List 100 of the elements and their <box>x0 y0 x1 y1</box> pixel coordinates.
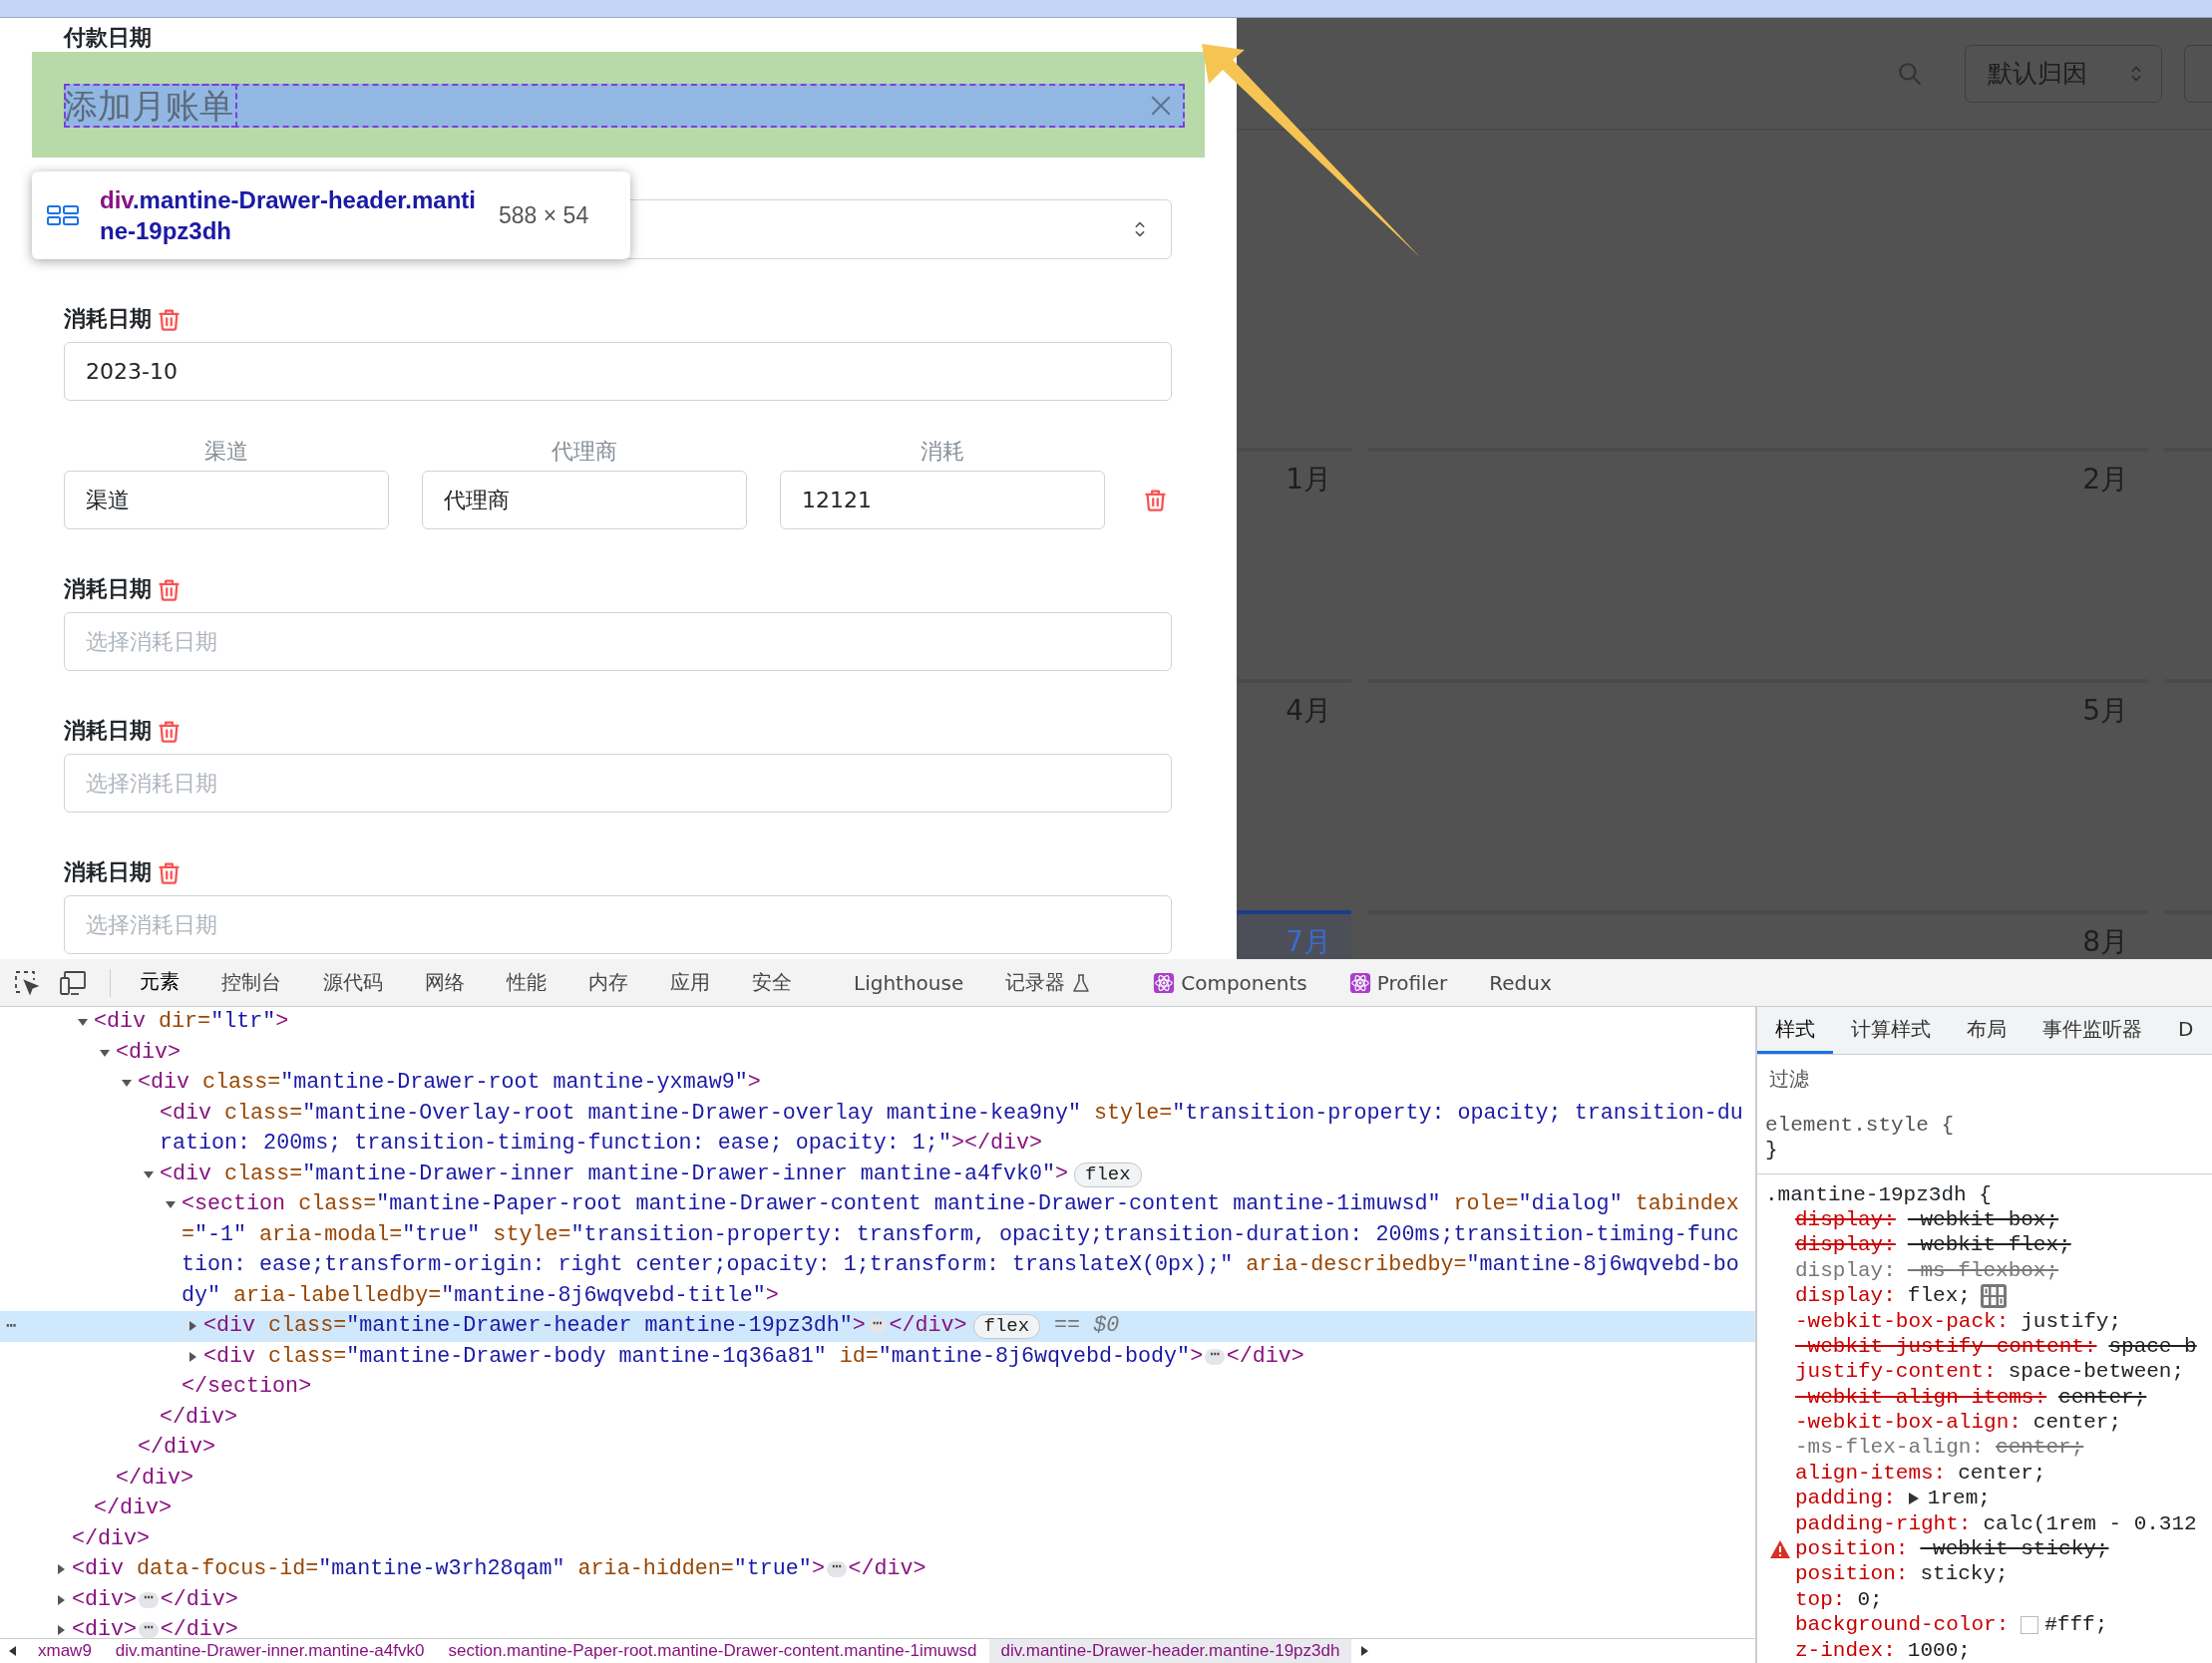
styles-tab[interactable]: 事件监听器 <box>2025 1007 2160 1054</box>
css-property[interactable]: justify-content: <box>1795 1359 1997 1385</box>
css-property[interactable]: position: <box>1795 1561 1909 1587</box>
date-field[interactable]: 选择消耗日期 <box>64 612 1172 671</box>
css-property[interactable]: -ms-flex-align: <box>1795 1435 1985 1461</box>
devtools-tab[interactable]: 元素 <box>119 959 200 1006</box>
field-label: 消耗日期 <box>64 859 152 885</box>
devtools-tab[interactable]: 内存 <box>567 959 649 1006</box>
html-code: <div class="mantine-Drawer-inner mantine-Drawer-inner mantine-a4fvk0"> <box>160 1160 1069 1188</box>
drawer-title: 添加月账单 <box>64 84 237 128</box>
devtools-tab[interactable]: 性能 <box>486 959 567 1006</box>
color-swatch[interactable] <box>2021 1615 2039 1634</box>
ellipsis-button[interactable]: ⋯ <box>1205 1348 1225 1365</box>
css-property[interactable]: padding-right: <box>1795 1510 1972 1537</box>
css-property[interactable]: -webkit-justify-content: <box>1795 1333 2097 1360</box>
devtools-tab[interactable]: 记录器 <box>984 959 1113 1006</box>
css-property[interactable]: -webkit-align-items: <box>1795 1384 2047 1411</box>
css-value[interactable]: -ms-flexbox; <box>1907 1257 2059 1284</box>
devtools-tab[interactable]: Redux <box>1468 959 1573 1006</box>
disclosure-triangle-icon[interactable] <box>55 1624 67 1637</box>
ellipsis-button[interactable]: ⋯ <box>867 1318 888 1334</box>
dom-node-row[interactable]: <div class="mantine-Drawer-root mantine-yxmaw9"> <box>0 1068 1755 1099</box>
date-field[interactable]: 选择消耗日期 <box>64 895 1172 954</box>
dom-node-row[interactable]: <div dir="ltr"> <box>0 1007 1755 1038</box>
css-property[interactable]: z-index: <box>1795 1637 1896 1663</box>
css-property[interactable]: position: <box>1795 1536 1909 1562</box>
flex-badge[interactable]: flex <box>1074 1162 1142 1187</box>
css-value[interactable]: -webkit-box; <box>1907 1206 2059 1233</box>
ellipsis-button[interactable]: ⋯ <box>826 1561 847 1577</box>
devtools-tab[interactable]: 网络 <box>404 959 486 1006</box>
disclosure-triangle-icon[interactable] <box>55 1593 67 1606</box>
disclosure-triangle-icon[interactable] <box>186 1320 198 1333</box>
styles-tab[interactable]: 样式 <box>1757 1007 1833 1054</box>
date-field[interactable]: 2023-10 <box>64 342 1172 401</box>
css-value[interactable]: center; <box>1958 1460 2046 1487</box>
disclosure-triangle-icon[interactable] <box>55 1563 67 1576</box>
warning-icon <box>1769 1538 1791 1559</box>
month-label: 7月 <box>1286 926 1331 958</box>
flex-badge[interactable]: flex <box>972 1314 1041 1339</box>
text-field[interactable]: 代理商 <box>422 471 747 529</box>
flex-editor-icon[interactable] <box>1980 1283 2007 1308</box>
devtools-tab[interactable]: 安全 <box>731 959 813 1006</box>
more-icon[interactable]: ⋯ <box>6 1311 17 1342</box>
css-property[interactable]: top: <box>1795 1586 1846 1613</box>
devtools-tab[interactable]: Lighthouse <box>833 959 985 1006</box>
styles-tab[interactable]: 计算样式 <box>1833 1007 1949 1054</box>
html-code: </div> <box>160 1616 238 1638</box>
dom-node-row[interactable]: <div> ⋯ </div> <box>0 1615 1755 1638</box>
dom-node-row[interactable]: <div class="mantine-Drawer-inner mantine-Drawer-inner mantine-a4fvk0"> flex <box>0 1159 1755 1189</box>
css-value[interactable]: sticky; <box>1920 1561 2009 1587</box>
styles-tab[interactable]: D <box>2160 1007 2212 1054</box>
date-field[interactable]: 选择消耗日期 <box>64 754 1172 813</box>
css-value[interactable]: center; <box>1996 1435 2084 1461</box>
dom-node-row[interactable]: <div data-focus-id="mantine-w3rh28qam" aria-hidden="true"> ⋯ </div> <box>0 1554 1755 1585</box>
html-code: <section class="mantine-Paper-root mantine-Drawer-content mantine-Drawer-content mantine-1imuwsd" role="dialog" tabindex="-1" aria-modal="true" style="transition-property: transform, opacity;transition-duration: 200ms;transition-timing-function: ease;transform-origin: right center;opacity: 1;transform: translateX(0px);" aria-describedby="mantine-8j6wqvebd-body" aria-labelledby="mantine-8j6wqvebd-title"> <box>182 1190 1740 1310</box>
css-property[interactable]: align-items: <box>1795 1460 1947 1487</box>
css-value[interactable]: center; <box>2058 1384 2147 1411</box>
css-value[interactable]: 0; <box>1857 1586 1883 1613</box>
ellipsis-button[interactable]: ⋯ <box>139 1591 159 1608</box>
css-value[interactable]: justify; <box>2021 1308 2122 1334</box>
expand-triangle-icon[interactable] <box>1907 1491 1920 1505</box>
css-value[interactable]: 1000; <box>1907 1637 1971 1663</box>
css-property[interactable]: padding: <box>1795 1486 1896 1511</box>
dom-node-row[interactable]: <div class="mantine-Drawer-body mantine-1q36a81" id="mantine-8j6wqvebd-body"> ⋯ </div> <box>0 1341 1755 1372</box>
dom-node-row[interactable]: ⋯ <div class="mantine-Drawer-header mantine-19pz3dh"> ⋯ </div> flex == $0 <box>0 1311 1755 1342</box>
ellipsis-button[interactable]: ⋯ <box>139 1622 159 1638</box>
css-property[interactable]: display: <box>1795 1283 1896 1309</box>
css-value[interactable]: calc(1rem - 0.312 <box>1983 1510 2197 1537</box>
dom-node-row[interactable]: <div> <box>0 1037 1755 1068</box>
text-field[interactable]: 12121 <box>780 471 1105 529</box>
css-property[interactable]: -webkit-box-align: <box>1795 1410 2022 1436</box>
css-value[interactable]: space-b <box>2108 1333 2197 1360</box>
devtools-tab[interactable]: 应用 <box>649 959 731 1006</box>
devtools-tab[interactable]: Profiler <box>1327 959 1469 1006</box>
devtools-tab[interactable]: 源代码 <box>302 959 404 1006</box>
breadcrumb[interactable]: div.mantine-Drawer-inner.mantine-a4fvk0 <box>103 1639 437 1663</box>
devtools-tab[interactable]: 控制台 <box>200 959 302 1006</box>
text-field[interactable]: 渠道 <box>64 471 389 529</box>
css-property[interactable]: background-color: <box>1795 1612 2010 1638</box>
html-code: <div data-focus-id="mantine-w3rh28qam" aria-hidden="true"> <box>72 1555 825 1583</box>
devtools-tab[interactable]: Components <box>1132 959 1328 1006</box>
html-code: <div class="mantine-Drawer-root mantine-yxmaw9"> <box>138 1069 761 1097</box>
css-value[interactable]: -webkit-sticky; <box>1920 1536 2109 1562</box>
css-property[interactable]: -webkit-box-pack: <box>1795 1308 2010 1334</box>
css-value[interactable]: space-between; <box>2008 1359 2185 1385</box>
css-value[interactable]: #fff; <box>2044 1612 2108 1638</box>
css-property[interactable]: display: <box>1795 1232 1896 1258</box>
css-value[interactable]: 1rem; <box>1927 1486 1991 1511</box>
css-property[interactable]: display: <box>1795 1206 1896 1233</box>
styles-tab[interactable]: 布局 <box>1949 1007 2025 1054</box>
breadcrumb[interactable]: div.mantine-Drawer-header.mantine-19pz3dh <box>988 1639 1352 1663</box>
css-value[interactable]: center; <box>2032 1410 2122 1436</box>
css-value[interactable]: flex; <box>1907 1283 1971 1309</box>
html-code: </div> <box>848 1555 926 1583</box>
css-value[interactable]: -webkit-flex; <box>1907 1232 2071 1258</box>
dom-node-row[interactable]: <div> ⋯ </div> <box>0 1584 1755 1615</box>
breadcrumb[interactable]: section.mantine-Paper-root.mantine-Drawer-content.mantine-1imuwsd <box>436 1639 989 1663</box>
disclosure-triangle-icon[interactable] <box>186 1350 198 1363</box>
breadcrumb[interactable]: xmaw9 <box>26 1639 104 1663</box>
css-property[interactable]: display: <box>1795 1257 1896 1284</box>
